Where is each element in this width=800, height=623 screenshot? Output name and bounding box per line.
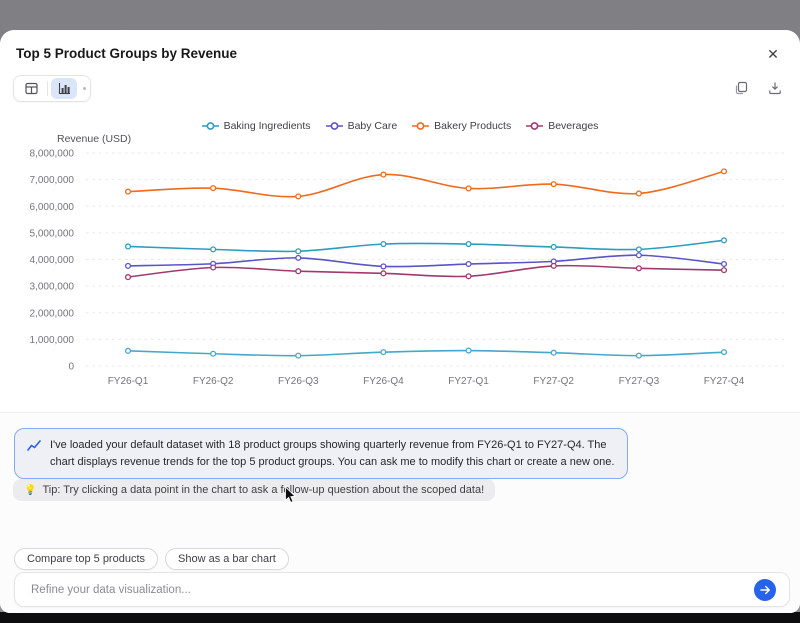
data-point-baking-ingredients-FY27-Q2[interactable]: [551, 245, 556, 250]
x-tick-label: FY26-Q3: [278, 376, 319, 387]
suggestion-chips: Compare top 5 products Show as a bar char…: [14, 548, 289, 570]
data-point-beverages-FY27-Q3[interactable]: [636, 266, 641, 271]
tip-text: Tip: Try clicking a data point in the ch…: [42, 484, 484, 496]
table-view-button[interactable]: [18, 78, 44, 99]
series-line-bakery-products: [128, 171, 724, 196]
data-point-baby-care-FY27-Q3[interactable]: [636, 253, 641, 258]
copy-icon: [734, 81, 748, 95]
data-point-baby-care-FY26-Q3[interactable]: [296, 256, 301, 261]
data-point-series-5-FY26-Q3[interactable]: [296, 353, 301, 358]
data-point-beverages-FY26-Q3[interactable]: [296, 269, 301, 274]
close-button[interactable]: ✕: [763, 44, 783, 64]
chat-section: I've loaded your default dataset with 18…: [0, 412, 800, 613]
chart-view-button[interactable]: [51, 78, 77, 99]
close-icon: ✕: [767, 46, 779, 62]
send-button[interactable]: [754, 579, 776, 601]
data-point-series-5-FY27-Q2[interactable]: [551, 350, 556, 355]
chart-area: Baking IngredientsBaby CareBakery Produc…: [0, 108, 800, 400]
data-point-series-5-FY26-Q1[interactable]: [126, 348, 131, 353]
data-point-series-5-FY26-Q2[interactable]: [211, 351, 216, 356]
data-point-baking-ingredients-FY26-Q4[interactable]: [381, 242, 386, 247]
chart-modal: Top 5 Product Groups by Revenue ✕: [0, 30, 800, 613]
y-tick-label: 8,000,000: [30, 149, 75, 160]
tip-banner: 💡 Tip: Try clicking a data point in the …: [13, 479, 495, 501]
data-point-baking-ingredients-FY26-Q1[interactable]: [126, 244, 131, 249]
chart-actions: [733, 80, 783, 96]
refine-input[interactable]: [15, 573, 789, 606]
data-point-series-5-FY27-Q4[interactable]: [722, 350, 727, 355]
x-tick-label: FY26-Q1: [108, 376, 149, 387]
x-tick-label: FY26-Q4: [363, 376, 404, 387]
page-title: Top 5 Product Groups by Revenue: [16, 46, 237, 61]
toggle-divider: [47, 81, 48, 96]
data-point-baking-ingredients-FY27-Q4[interactable]: [722, 238, 727, 243]
download-button[interactable]: [767, 80, 783, 96]
y-tick-label: 6,000,000: [30, 202, 75, 213]
x-tick-label: FY27-Q3: [619, 376, 660, 387]
data-point-series-5-FY27-Q1[interactable]: [466, 348, 471, 353]
data-point-beverages-FY26-Q2[interactable]: [211, 265, 216, 270]
data-point-bakery-products-FY27-Q3[interactable]: [636, 191, 641, 196]
y-tick-label: 1,000,000: [30, 335, 75, 346]
y-tick-label: 5,000,000: [30, 228, 75, 239]
assistant-message-text: I've loaded your default dataset with 18…: [50, 437, 615, 470]
data-point-bakery-products-FY26-Q3[interactable]: [296, 194, 301, 199]
data-point-baking-ingredients-FY26-Q3[interactable]: [296, 249, 301, 254]
table-icon: [25, 82, 38, 95]
assistant-message: I've loaded your default dataset with 18…: [14, 428, 628, 479]
backdrop-bottom: [0, 612, 800, 623]
data-point-baking-ingredients-FY26-Q2[interactable]: [211, 247, 216, 252]
data-point-baking-ingredients-FY27-Q1[interactable]: [466, 242, 471, 247]
lightbulb-icon: 💡: [24, 485, 36, 496]
x-tick-label: FY27-Q2: [533, 376, 574, 387]
data-point-baking-ingredients-FY27-Q3[interactable]: [636, 247, 641, 252]
refine-input-container: [14, 572, 790, 607]
x-tick-label: FY27-Q1: [448, 376, 489, 387]
data-point-beverages-FY27-Q2[interactable]: [551, 263, 556, 268]
data-point-beverages-FY27-Q4[interactable]: [722, 268, 727, 273]
suggestion-chip-0[interactable]: Compare top 5 products: [14, 548, 158, 570]
x-tick-label: FY26-Q2: [193, 376, 234, 387]
data-point-baby-care-FY26-Q4[interactable]: [381, 264, 386, 269]
y-tick-label: 3,000,000: [30, 282, 75, 293]
view-toggle-group: [13, 75, 91, 102]
bar-chart-icon: [58, 82, 71, 95]
screenshot-stage: Top 5 Product Groups by Revenue ✕: [0, 0, 800, 623]
data-point-bakery-products-FY26-Q1[interactable]: [126, 189, 131, 194]
data-point-bakery-products-FY27-Q1[interactable]: [466, 186, 471, 191]
series-line-beverages: [128, 266, 724, 278]
line-chart-icon: [27, 440, 41, 452]
data-point-beverages-FY26-Q1[interactable]: [126, 275, 131, 280]
y-tick-label: 4,000,000: [30, 255, 75, 266]
y-tick-label: 2,000,000: [30, 308, 75, 319]
data-point-series-5-FY26-Q4[interactable]: [381, 350, 386, 355]
data-point-bakery-products-FY26-Q2[interactable]: [211, 186, 216, 191]
suggestion-chip-1[interactable]: Show as a bar chart: [165, 548, 289, 570]
send-arrow-icon: [760, 585, 771, 595]
data-point-beverages-FY27-Q1[interactable]: [466, 274, 471, 279]
data-point-beverages-FY26-Q4[interactable]: [381, 271, 386, 276]
x-tick-label: FY27-Q4: [704, 376, 745, 387]
series-line-baby-care: [128, 255, 724, 266]
series-line-baking-ingredients: [128, 240, 724, 251]
series-line-series-5: [128, 351, 724, 356]
download-icon: [768, 81, 782, 95]
data-point-bakery-products-FY26-Q4[interactable]: [381, 172, 386, 177]
copy-button[interactable]: [733, 80, 749, 96]
data-point-baby-care-FY26-Q1[interactable]: [126, 263, 131, 268]
toggle-more-dot: [83, 87, 86, 90]
data-point-baby-care-FY27-Q4[interactable]: [722, 262, 727, 267]
data-point-series-5-FY27-Q3[interactable]: [636, 353, 641, 358]
revenue-plot: 0 1,000,000 2,000,000 3,000,000 4,000,000 5,0…: [0, 108, 800, 400]
data-point-bakery-products-FY27-Q2[interactable]: [551, 182, 556, 187]
y-tick-label: 7,000,000: [30, 175, 75, 186]
data-point-bakery-products-FY27-Q4[interactable]: [722, 169, 727, 174]
y-tick-label: 0: [68, 362, 74, 373]
data-point-baby-care-FY27-Q1[interactable]: [466, 262, 471, 267]
